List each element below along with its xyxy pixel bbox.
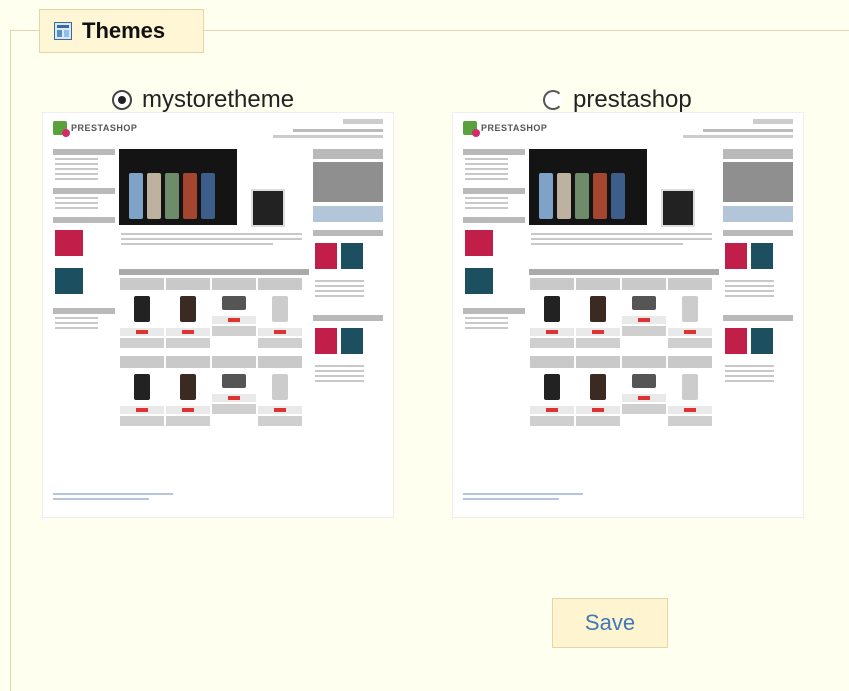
prestashop-logo-icon	[463, 121, 480, 137]
theme-icon	[54, 22, 72, 40]
theme-preview-prestashop[interactable]: PRESTASHOP	[452, 112, 804, 518]
theme-preview-mystoretheme[interactable]: PRESTASHOP	[42, 112, 394, 518]
save-button[interactable]: Save	[552, 598, 668, 648]
radio-mystoretheme[interactable]	[112, 90, 132, 110]
theme-option-mystoretheme[interactable]: mystoretheme	[112, 86, 294, 114]
preview-logo: PRESTASHOP	[53, 121, 138, 137]
preview-logo: PRESTASHOP	[463, 121, 548, 137]
prestashop-logo-icon	[53, 121, 70, 137]
legend-title: Themes	[82, 18, 166, 43]
theme-option-prestashop[interactable]: prestashop	[543, 86, 692, 114]
themes-legend: Themes	[39, 9, 204, 53]
radio-prestashop[interactable]	[543, 90, 563, 110]
theme-label-prestashop: prestashop	[573, 86, 692, 113]
preview-logo-text: PRESTASHOP	[71, 123, 138, 133]
theme-label-mystoretheme: mystoretheme	[142, 86, 295, 113]
preview-logo-text: PRESTASHOP	[481, 123, 548, 133]
